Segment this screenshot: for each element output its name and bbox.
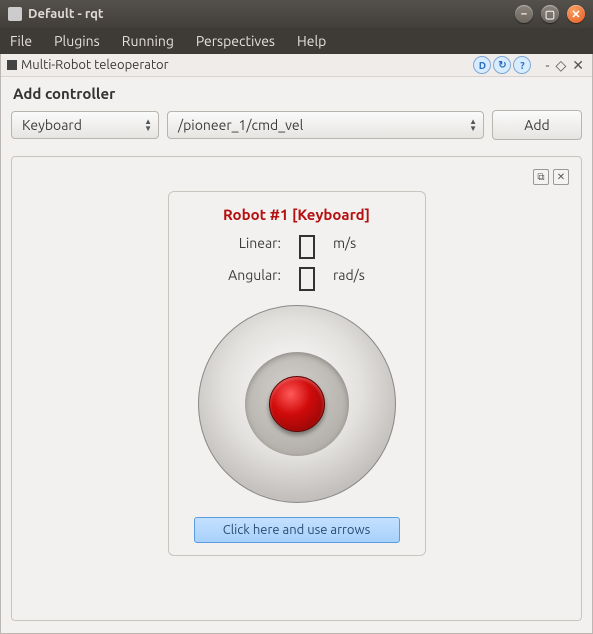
dock-d-button[interactable]: D <box>473 56 491 74</box>
reload-icon[interactable]: ↻ <box>493 56 511 74</box>
menu-plugins[interactable]: Plugins <box>54 33 100 49</box>
joystick-base <box>245 352 349 456</box>
menu-running[interactable]: Running <box>122 33 174 49</box>
dock-title: Multi-Robot teleoperator <box>21 58 169 72</box>
robot-title: Robot #1 [Keyboard] <box>223 206 370 223</box>
app-icon <box>8 7 22 21</box>
dock-float-button[interactable]: ◇ <box>553 58 568 72</box>
menu-perspectives[interactable]: Perspectives <box>196 33 275 49</box>
topic-select[interactable]: /pioneer_1/cmd_vel ▲▼ <box>167 111 484 139</box>
angular-unit: rad/s <box>333 267 365 291</box>
robot-card: Robot #1 [Keyboard] Linear: m/s Angular:… <box>168 191 426 556</box>
menu-file[interactable]: File <box>10 33 32 49</box>
focus-hint-button[interactable]: Click here and use arrows <box>194 517 400 543</box>
velocity-readout: Linear: m/s Angular: rad/s <box>228 235 365 291</box>
chevron-updown-icon: ▲▼ <box>469 118 477 132</box>
maximize-button[interactable]: ▢ <box>541 5 559 23</box>
dock-icon <box>7 60 17 70</box>
linear-label: Linear: <box>228 235 281 259</box>
angular-label: Angular: <box>228 267 281 291</box>
panel-close-button[interactable]: ✕ <box>553 169 569 185</box>
dock-header: Multi-Robot teleoperator D ↻ ? - ◇ ✕ <box>1 54 592 77</box>
minimize-button[interactable]: – <box>515 5 533 23</box>
robot-panel: ⧉ ✕ Robot #1 [Keyboard] Linear: m/s Angu… <box>11 156 582 621</box>
linear-unit: m/s <box>333 235 365 259</box>
topic-value: /pioneer_1/cmd_vel <box>178 117 303 133</box>
dock-minimize-button[interactable]: - <box>543 58 551 72</box>
controller-type-value: Keyboard <box>22 117 82 133</box>
help-icon[interactable]: ? <box>513 56 531 74</box>
panel-popout-button[interactable]: ⧉ <box>533 169 549 185</box>
section-label: Add controller <box>11 83 582 110</box>
angular-value <box>299 267 315 291</box>
controller-type-select[interactable]: Keyboard ▲▼ <box>11 111 159 139</box>
dock-close-button[interactable]: ✕ <box>570 58 586 72</box>
linear-value <box>299 235 315 259</box>
window-title: Default - rqt <box>28 7 104 21</box>
add-button[interactable]: Add <box>492 110 582 140</box>
chevron-updown-icon: ▲▼ <box>144 118 152 132</box>
menubar: File Plugins Running Perspectives Help <box>0 28 593 54</box>
close-button[interactable]: ✕ <box>567 5 585 23</box>
titlebar: Default - rqt – ▢ ✕ <box>0 0 593 28</box>
joystick[interactable] <box>198 305 396 503</box>
joystick-knob[interactable] <box>269 376 325 432</box>
menu-help[interactable]: Help <box>297 33 326 49</box>
